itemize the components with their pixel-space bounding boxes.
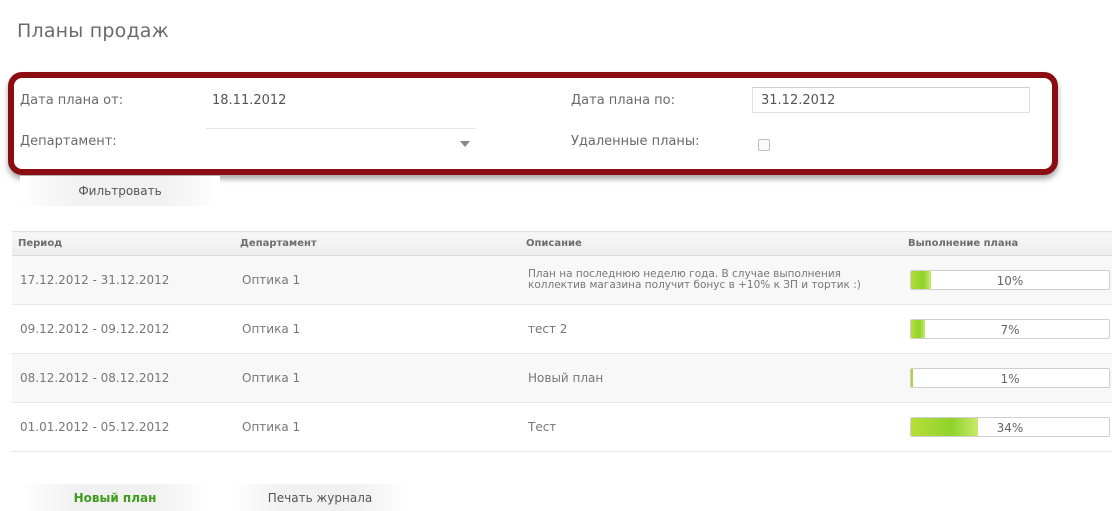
table-row[interactable]: 08.12.2012 - 08.12.2012 Оптика 1 Новый п… [12,353,1112,403]
cell-department: Оптика 1 [234,353,520,403]
cell-description: тест 2 [520,304,902,354]
cell-period: 09.12.2012 - 09.12.2012 [12,304,234,354]
cell-period: 08.12.2012 - 08.12.2012 [12,353,234,403]
column-header-department[interactable]: Департамент [234,231,520,256]
cell-department: Оптика 1 [234,255,520,305]
cell-period: 01.01.2012 - 05.12.2012 [12,402,234,452]
table-row[interactable]: 09.12.2012 - 09.12.2012 Оптика 1 тест 2 … [12,304,1112,354]
cell-description: План на последнюю неделю года. В случае … [520,255,902,305]
progress-bar: 1% [910,368,1110,388]
page-title: Планы продаж [17,20,169,42]
date-from-input[interactable] [206,87,476,113]
table-header-row: Период Департамент Описание Выполнение п… [12,231,1112,256]
progress-bar: 7% [910,319,1110,339]
plans-table: Период Департамент Описание Выполнение п… [12,231,1112,452]
column-header-period[interactable]: Период [12,231,234,256]
cell-progress: 34% [902,402,1112,452]
print-log-button[interactable]: Печать журнала [230,484,410,511]
date-from-label: Дата плана от: [20,93,124,108]
progress-label: 7% [1000,323,1020,337]
new-plan-button[interactable]: Новый план [20,484,210,511]
cell-progress: 1% [902,353,1112,403]
department-label: Департамент: [20,134,117,149]
progress-bar: 10% [910,270,1110,290]
cell-description: Новый план [520,353,902,403]
column-header-description[interactable]: Описание [520,231,902,256]
deleted-plans-checkbox[interactable] [758,139,770,151]
progress-label: 1% [1000,372,1020,386]
chevron-down-icon[interactable] [460,141,470,147]
cell-description: Тест [520,402,902,452]
filter-button[interactable]: Фильтровать [20,176,220,206]
cell-progress: 7% [902,304,1112,354]
cell-progress: 10% [902,255,1112,305]
column-header-progress[interactable]: Выполнение плана [902,231,1112,256]
progress-bar: 34% [910,417,1110,437]
department-select[interactable] [206,128,476,154]
deleted-plans-label: Удаленные планы: [571,134,700,149]
progress-label: 34% [996,421,1024,435]
cell-period: 17.12.2012 - 31.12.2012 [12,255,234,305]
table-row[interactable]: 17.12.2012 - 31.12.2012 Оптика 1 План на… [12,255,1112,305]
cell-department: Оптика 1 [234,402,520,452]
table-row[interactable]: 01.01.2012 - 05.12.2012 Оптика 1 Тест 34… [12,402,1112,452]
cell-department: Оптика 1 [234,304,520,354]
progress-label: 10% [996,274,1024,288]
date-to-label: Дата плана по: [571,93,675,108]
date-to-input[interactable] [752,87,1030,113]
